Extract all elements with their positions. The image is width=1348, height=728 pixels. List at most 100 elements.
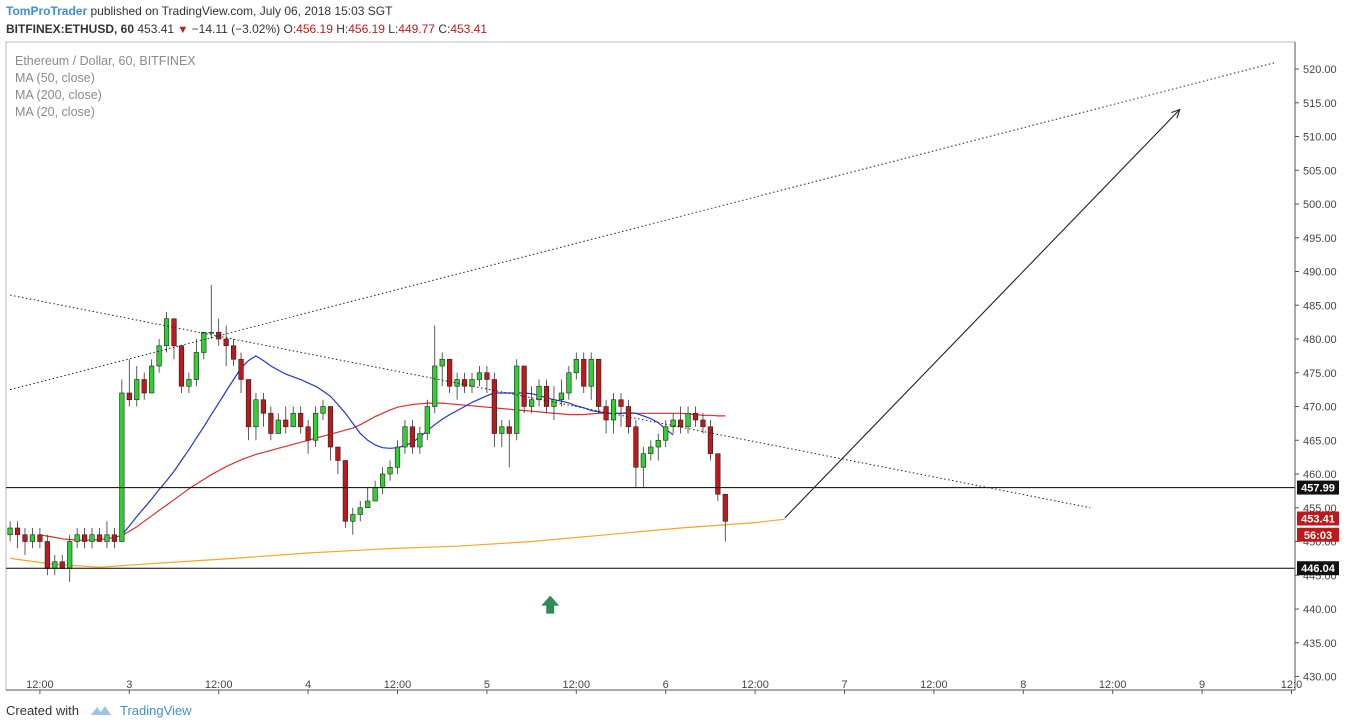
candle-body bbox=[476, 372, 483, 380]
time-tick-label: 12:00 bbox=[26, 679, 54, 691]
candle-body bbox=[365, 500, 371, 509]
candle-body bbox=[275, 419, 281, 434]
candle bbox=[14, 521, 21, 549]
candle-body bbox=[201, 331, 207, 353]
candle bbox=[365, 487, 371, 509]
candle-body bbox=[283, 419, 289, 428]
candle bbox=[551, 386, 557, 420]
candle bbox=[67, 534, 73, 582]
candle-body bbox=[707, 426, 713, 455]
price-tick-label: 500.00 bbox=[1303, 199, 1337, 211]
candle-body bbox=[610, 399, 617, 421]
candle bbox=[722, 493, 728, 542]
symbol-label: BITFINEX:ETHUSD, 60 bbox=[6, 22, 135, 36]
legend-ma200: MA (200, close) bbox=[15, 88, 102, 102]
price-tag: 446.04 bbox=[1297, 561, 1339, 576]
candle-body bbox=[178, 345, 185, 387]
candle-body bbox=[22, 534, 28, 542]
candle-body bbox=[528, 399, 535, 407]
candle bbox=[439, 352, 445, 387]
candle bbox=[715, 453, 721, 501]
candle-body bbox=[372, 487, 378, 502]
candle-body bbox=[648, 446, 654, 455]
candle-body bbox=[618, 399, 624, 407]
candle-body bbox=[82, 534, 88, 542]
candle-body bbox=[521, 365, 527, 407]
candle bbox=[22, 528, 28, 555]
candle bbox=[186, 372, 192, 393]
price-tick-label: 520.00 bbox=[1303, 64, 1337, 76]
tradingview-link[interactable]: TradingView bbox=[120, 703, 192, 718]
candle bbox=[208, 285, 214, 339]
candle bbox=[424, 399, 430, 441]
time-tick-label: 4 bbox=[305, 679, 311, 691]
candle-body bbox=[320, 406, 326, 414]
candle-body bbox=[223, 338, 229, 347]
candle bbox=[588, 352, 594, 400]
candle-body bbox=[126, 392, 132, 401]
candle bbox=[506, 420, 512, 468]
candle bbox=[275, 413, 281, 434]
legend-ma20: MA (20, close) bbox=[15, 105, 95, 119]
candle-body bbox=[514, 365, 520, 434]
chart-axes: 430.00435.00440.00445.00450.00455.00460.… bbox=[6, 42, 1339, 694]
candle bbox=[126, 359, 132, 407]
candle-body bbox=[640, 453, 646, 468]
candle-body bbox=[439, 358, 445, 367]
footer: Created with TradingView bbox=[6, 703, 192, 718]
candle bbox=[379, 467, 386, 495]
price-tag-label: 56:03 bbox=[1304, 530, 1332, 542]
candle-body bbox=[119, 392, 125, 542]
candle-body bbox=[156, 345, 162, 367]
candle bbox=[245, 379, 252, 441]
candle-body bbox=[104, 534, 110, 542]
candle-body bbox=[208, 331, 214, 334]
candle bbox=[409, 420, 416, 454]
candle-body bbox=[7, 527, 13, 536]
candle bbox=[216, 318, 222, 346]
price-tick-label: 505.00 bbox=[1303, 165, 1337, 177]
candle-body bbox=[663, 426, 669, 441]
plot-frame bbox=[5, 41, 1296, 691]
author-name[interactable]: TomProTrader bbox=[6, 4, 87, 18]
candle bbox=[357, 501, 363, 522]
candle bbox=[7, 521, 13, 542]
price-change: −14.11 (−3.02%) bbox=[191, 22, 281, 36]
candle-body bbox=[268, 412, 274, 434]
candle-body bbox=[335, 446, 341, 461]
candle bbox=[89, 528, 95, 549]
published-info: published on TradingView.com, July 06, 2… bbox=[90, 4, 393, 18]
candle bbox=[514, 359, 520, 441]
time-tick-label: 3 bbox=[126, 679, 132, 691]
price-tag: 56:03 bbox=[1297, 527, 1339, 542]
candle bbox=[648, 440, 654, 461]
time-tick-label: 9 bbox=[1199, 679, 1205, 691]
candle-body bbox=[44, 541, 50, 569]
time-tick-label: 6 bbox=[663, 679, 669, 691]
candle-body bbox=[558, 392, 564, 401]
candle bbox=[596, 358, 602, 414]
candle-body bbox=[484, 372, 490, 380]
candle bbox=[692, 406, 699, 427]
price-chart[interactable]: 430.00435.00440.00445.00450.00455.00460.… bbox=[0, 0, 1348, 728]
time-tick-label: 12:00 bbox=[384, 679, 412, 691]
candle bbox=[350, 507, 356, 535]
candle-body bbox=[685, 412, 691, 428]
price-tick-label: 495.00 bbox=[1303, 233, 1337, 245]
ma200-line bbox=[10, 518, 785, 568]
candle bbox=[44, 534, 50, 576]
open-label: O: bbox=[283, 22, 297, 36]
candle-body bbox=[193, 352, 199, 380]
candle-body bbox=[231, 345, 237, 360]
candle bbox=[618, 393, 624, 427]
candle bbox=[305, 420, 311, 454]
candle-body bbox=[409, 426, 416, 448]
candle-body bbox=[134, 379, 140, 401]
candle bbox=[141, 372, 147, 400]
candle bbox=[171, 318, 177, 360]
candle-body bbox=[305, 426, 311, 441]
candle-body bbox=[312, 412, 319, 441]
chart-grid bbox=[5, 41, 1296, 691]
candle bbox=[82, 528, 88, 549]
candle-body bbox=[454, 379, 460, 387]
